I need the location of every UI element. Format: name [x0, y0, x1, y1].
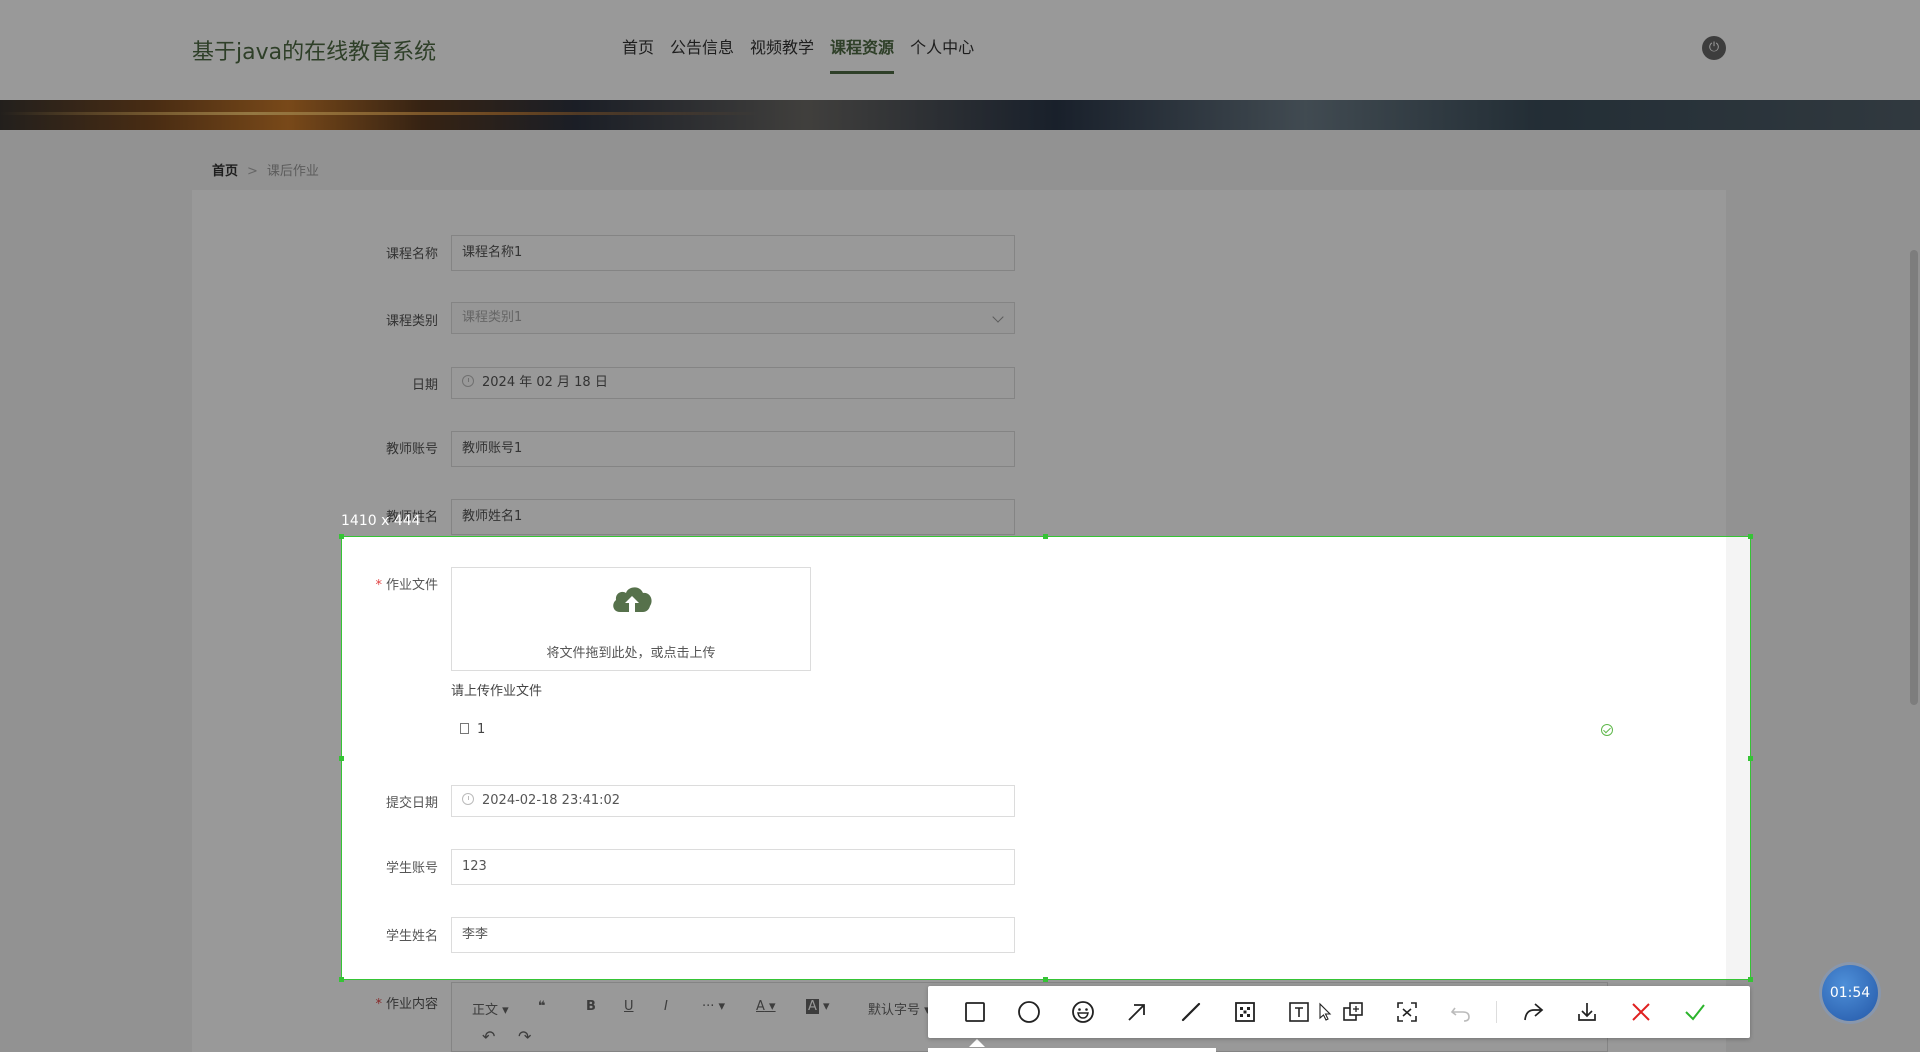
- dim-overlay-left: [0, 536, 341, 980]
- resize-handle-bottom[interactable]: [1043, 977, 1048, 982]
- ocr-icon[interactable]: [1393, 998, 1421, 1026]
- capture-selection[interactable]: [341, 536, 1751, 980]
- rectangle-icon[interactable]: [961, 998, 989, 1026]
- toolbar-divider: [1496, 1001, 1497, 1023]
- toolbar-pointer: [969, 1039, 985, 1047]
- mouse-cursor-icon: [1317, 998, 1333, 1026]
- recording-timer[interactable]: 01:54: [1822, 965, 1878, 1021]
- resize-handle-top-right[interactable]: [1748, 534, 1753, 539]
- mosaic-icon[interactable]: [1231, 998, 1259, 1026]
- emoji-icon[interactable]: [1069, 998, 1097, 1026]
- arrow-icon[interactable]: [1123, 998, 1151, 1026]
- resize-handle-top-left[interactable]: [339, 534, 344, 539]
- selection-size-label: 1410 x 444: [341, 513, 421, 529]
- resize-handle-top[interactable]: [1043, 534, 1048, 539]
- resize-handle-right[interactable]: [1748, 756, 1753, 761]
- undo-icon[interactable]: [1447, 998, 1475, 1026]
- resize-handle-left[interactable]: [339, 756, 344, 761]
- confirm-icon[interactable]: [1681, 998, 1709, 1026]
- ellipse-icon[interactable]: [1015, 998, 1043, 1026]
- dim-overlay-top: [0, 0, 1920, 536]
- pin-icon[interactable]: [1339, 998, 1367, 1026]
- share-icon[interactable]: [1519, 998, 1547, 1026]
- capture-toolbar: [928, 986, 1750, 1038]
- resize-handle-bottom-right[interactable]: [1748, 977, 1753, 982]
- pen-icon[interactable]: [1177, 998, 1205, 1026]
- dim-overlay-right: [1751, 536, 1920, 980]
- toolbar-extension: [928, 1048, 1216, 1052]
- resize-handle-bottom-left[interactable]: [339, 977, 344, 982]
- download-icon[interactable]: [1573, 998, 1601, 1026]
- text-icon[interactable]: [1285, 998, 1313, 1026]
- close-icon[interactable]: [1627, 998, 1655, 1026]
